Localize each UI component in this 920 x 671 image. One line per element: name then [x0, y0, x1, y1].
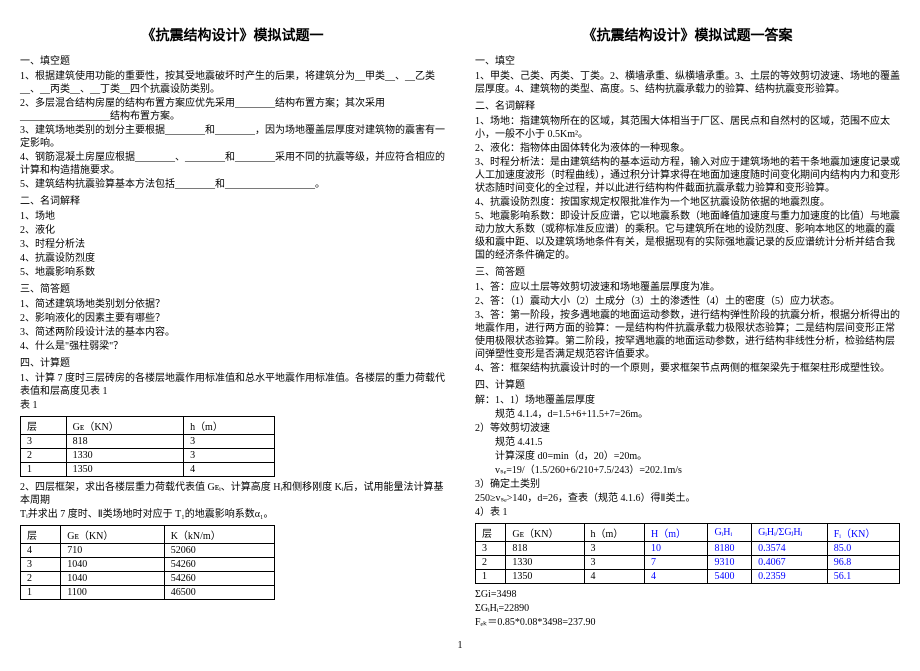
right-title: 《抗震结构设计》模拟试题一答案 [475, 25, 900, 45]
q2-1: 1、场地 [20, 210, 445, 223]
a4-0: 解：1、1）场地覆盖层厚度 [475, 394, 900, 407]
ans-s4-title: 四、计算题 [475, 379, 900, 392]
a3-1: 1、答：应以土层等效剪切波速和场地覆盖层厚度为准。 [475, 281, 900, 294]
a4-6: ΣGᵢHᵢ=22890 [475, 602, 900, 615]
a2-5: 5、地震影响系数：即设计反应谱，它以地震系数（地面峰值加速度与重力加速度的比值）… [475, 210, 900, 262]
a4-2a: 2）等效剪切波速 [475, 422, 900, 435]
a4-2c: 计算深度 d0=min（d，20）=20m。 [475, 450, 900, 463]
a4-1: 规范 4.1.4，d=1.5+6+11.5+7=26m。 [475, 408, 900, 421]
t3-h6: Fᵢ（KN） [827, 524, 899, 542]
a3-3: 3、答：第一阶段，按多遇地震的地面运动参数，进行结构弹性阶段的抗震分析，根据分析… [475, 309, 900, 361]
a4-7: Fₑₖ＝0.85*0.08*3498=237.90 [475, 616, 900, 629]
ans-s2-title: 二、名词解释 [475, 100, 900, 113]
q4-1: 1、计算 7 度时三层砖房的各楼层地震作用标准值和总水平地震作用标准值。各楼层的… [20, 372, 445, 398]
t2-h0: 层 [21, 526, 61, 544]
a4-4: 4）表 1 [475, 506, 900, 519]
a4-2d: vₛₑ=19/（1.5/260+6/210+7.5/243）=202.1m/s [475, 464, 900, 477]
section-4-title: 四、计算题 [20, 357, 445, 370]
t3-h0: 层 [476, 524, 506, 542]
t3-h1: Gᴇ（KN） [506, 524, 584, 542]
q2-4: 4、抗震设防烈度 [20, 252, 445, 265]
a2-1: 1、场地：指建筑物所在的区域，其范围大体相当于厂区、居民点和自然村的区域，范围不… [475, 115, 900, 141]
table1-caption: 表 1 [20, 399, 445, 412]
section-2-title: 二、名词解释 [20, 195, 445, 208]
q3-3: 3、简述两阶段设计法的基本内容。 [20, 326, 445, 339]
q1-2: 2、多层混合结构房屋的结构布置方案应优先采用________结构布置方案；其次采… [20, 97, 445, 123]
a2-2: 2、液化：指物体由固体转化为液体的一种现象。 [475, 142, 900, 155]
q1-4: 4、钢筋混凝土房屋应根据________、________和________采用… [20, 151, 445, 177]
a2-3: 3、时程分析法：是由建筑结构的基本运动方程，输入对应于建筑场地的若干条地震加速度… [475, 156, 900, 195]
q1-3: 3、建筑场地类别的划分主要根据________和________，因为场地覆盖层… [20, 124, 445, 150]
table-3: 层 Gᴇ（KN） h（m） H（m） GᵢHᵢ GᵢHᵢ/ΣGⱼHⱼ Fᵢ（KN… [475, 523, 900, 584]
t1-h1: Gᴇ（KN） [66, 417, 183, 435]
t3-h2: h（m） [584, 524, 645, 542]
ans-s1-title: 一、填空 [475, 55, 900, 68]
section-3-title: 三、简答题 [20, 283, 445, 296]
q1-1: 1、根据建筑使用功能的重要性，按其受地震破坏时产生的后果，将建筑分为__甲类__… [20, 70, 445, 96]
q3-2: 2、影响液化的因素主要有哪些？ [20, 312, 445, 325]
q1-5: 5、建筑结构抗震验算基本方法包括________和_______________… [20, 178, 445, 191]
q2-5: 5、地震影响系数 [20, 266, 445, 279]
t3-h4: GᵢHᵢ [708, 524, 752, 542]
left-title: 《抗震结构设计》模拟试题一 [20, 25, 445, 45]
t1-h2: h（m） [184, 417, 275, 435]
a4-2b: 规范 4.41.5 [475, 436, 900, 449]
t2-h1: Gᴇ（KN） [61, 526, 164, 544]
q2-3: 3、时程分析法 [20, 238, 445, 251]
q4-2a: 2、四层框架，求出各楼层重力荷载代表值 Gᴇᵢ、计算高度 Hᵢ和侧移刚度 Kᵢ后… [20, 481, 445, 507]
a4-3b: 250≥vₛₑ>140，d=26，查表（规范 4.1.6）得Ⅱ类土。 [475, 492, 900, 505]
ans-s3-title: 三、简答题 [475, 266, 900, 279]
t3-h3: H（m） [645, 524, 708, 542]
a4-5: ΣGi=3498 [475, 588, 900, 601]
a4-3a: 3）确定土类别 [475, 478, 900, 491]
section-1-title: 一、填空题 [20, 55, 445, 68]
table-2: 层 Gᴇ（KN） K（kN/m） 471052060 3104054260 21… [20, 525, 275, 600]
a2-4: 4、抗震设防烈度：按国家规定权限批准作为一个地区抗震设防依据的地震烈度。 [475, 196, 900, 209]
q3-4: 4、什么是"强柱弱梁"？ [20, 340, 445, 353]
q3-1: 1、简述建筑场地类别划分依据？ [20, 298, 445, 311]
a3-4: 4、答：框架结构抗震设计时的一个原则，要求框架节点两侧的框架梁先于框架柱形成塑性… [475, 362, 900, 375]
page-number: 1 [20, 640, 900, 651]
t2-h2: K（kN/m） [164, 526, 274, 544]
t3-h5: GᵢHᵢ/ΣGⱼHⱼ [752, 524, 828, 542]
q4-2b: Tᵢ并求出 7 度时、Ⅱ类场地时对应于 T₁的地震影响系数α₁。 [20, 508, 445, 521]
a3-2: 2、答：（1）震动大小（2）土成分（3）土的渗透性（4）土的密度（5）应力状态。 [475, 295, 900, 308]
t1-h0: 层 [21, 417, 67, 435]
table-1: 层 Gᴇ（KN） h（m） 38183 213303 113504 [20, 416, 275, 477]
a1-1: 1、甲类、己类、丙类、丁类。2、横墙承重、纵横墙承重。3、土层的等效剪切波速、场… [475, 70, 900, 96]
q2-2: 2、液化 [20, 224, 445, 237]
left-column: 《抗震结构设计》模拟试题一 一、填空题 1、根据建筑使用功能的重要性，按其受地震… [20, 20, 445, 630]
right-column: 《抗震结构设计》模拟试题一答案 一、填空 1、甲类、己类、丙类、丁类。2、横墙承… [475, 20, 900, 630]
